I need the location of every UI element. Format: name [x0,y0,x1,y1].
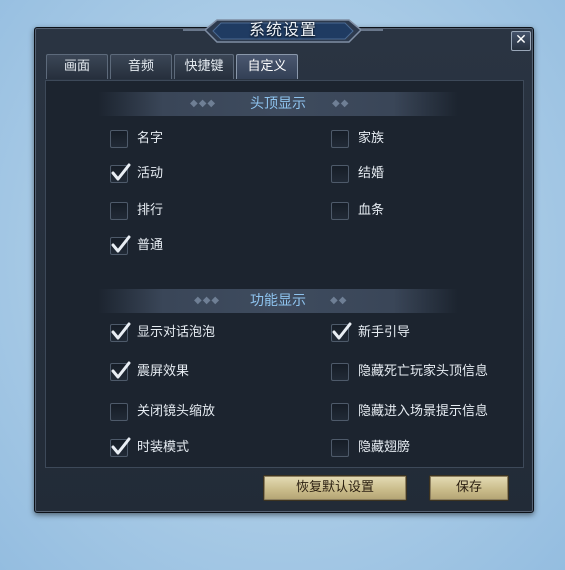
close-button[interactable]: ✕ [511,31,531,51]
tab-audio[interactable]: 音频 [110,54,172,79]
restore-defaults-button[interactable]: 恢复默认设置 [263,475,407,501]
close-icon: ✕ [515,32,527,48]
checkbox[interactable] [110,235,131,255]
checkmark-icon [332,322,352,340]
diamond-ornament-right: ◆◆ [330,295,348,306]
section-title-function: 功能显示 [250,293,306,309]
save-button[interactable]: 保存 [429,475,509,501]
diamond-ornament-left: ◆◆◆ [190,98,217,109]
checkbox[interactable] [331,403,349,421]
checkbox[interactable] [331,130,349,148]
checkmark-icon [111,235,131,253]
checkbox-label: 家族 [358,131,385,146]
diamond-ornament-left: ◆◆◆ [194,295,221,306]
checkmark-icon [111,437,131,455]
checkbox-label: 显示对话泡泡 [137,325,216,340]
checkbox-label: 震屏效果 [137,364,190,379]
section-header-overhead: ◆◆◆ 头顶显示 ◆◆ [98,92,458,116]
checkmark-icon [111,322,131,340]
checkbox-label: 结婚 [358,166,385,181]
tab-hotkeys[interactable]: 快捷键 [174,54,234,79]
diamond-ornament-right: ◆◆ [332,98,350,109]
checkbox-label: 隐藏翅膀 [358,440,411,455]
checkbox[interactable] [331,165,349,183]
checkbox[interactable] [110,437,131,457]
checkbox[interactable] [331,322,352,342]
checkbox-label: 活动 [137,166,164,181]
tab-custom[interactable]: 自定义 [236,54,298,79]
checkbox[interactable] [331,363,349,381]
section-title-overhead: 头顶显示 [250,96,306,112]
checkbox-label: 新手引导 [358,325,411,340]
checkmark-icon [111,163,131,181]
section-header-function: ◆◆◆ 功能显示 ◆◆ [98,289,458,313]
checkbox-label: 排行 [137,203,164,218]
checkmark-icon [111,361,131,379]
window-title: 系统设置 [248,20,317,39]
checkbox[interactable] [110,403,128,421]
checkbox[interactable] [110,202,128,220]
checkbox-label: 血条 [358,203,385,218]
checkbox-label: 时装模式 [137,440,190,455]
checkbox[interactable] [331,439,349,457]
checkbox[interactable] [331,202,349,220]
tab-graphics[interactable]: 画面 [46,54,108,79]
checkbox-label: 普通 [137,238,164,253]
checkbox[interactable] [110,130,128,148]
window-title-plate: 系统设置 [183,14,383,46]
checkbox-label: 关闭镜头缩放 [137,404,216,419]
checkbox-label: 隐藏进入场景提示信息 [358,404,489,419]
checkbox[interactable] [110,322,131,342]
checkbox[interactable] [110,163,131,183]
checkbox-label: 名字 [137,131,164,146]
checkbox[interactable] [110,361,131,381]
checkbox-label: 隐藏死亡玩家头顶信息 [358,364,489,379]
